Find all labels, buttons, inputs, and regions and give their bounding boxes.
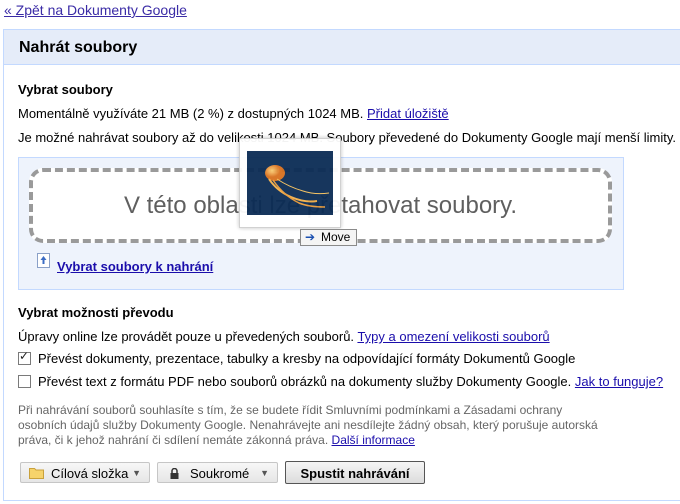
size-limit-text: Je možné nahrávat soubory až do velikost… bbox=[18, 130, 677, 145]
online-edit-text: Úpravy online lze provádět pouze u převe… bbox=[18, 329, 355, 344]
chevron-down-icon: ▼ bbox=[260, 468, 269, 478]
convert-pdf-checkbox[interactable] bbox=[18, 375, 31, 388]
start-upload-label: Spustit nahrávání bbox=[300, 466, 410, 481]
panel-header: Nahrát soubory bbox=[4, 30, 680, 65]
folder-icon bbox=[29, 468, 44, 479]
select-files-link[interactable]: Vybrat soubory k nahrání bbox=[57, 259, 213, 274]
terms-line-2: osobních údajů služby Dokumenty Google. … bbox=[18, 418, 598, 432]
start-upload-button[interactable]: Spustit nahrávání bbox=[285, 461, 425, 484]
privacy-label: Soukromé bbox=[190, 466, 250, 481]
storage-usage-text: Momentálně využíváte 21 MB (2 %) z dostu… bbox=[18, 106, 364, 121]
destination-folder-button[interactable]: Cílová složka ▼ bbox=[20, 462, 150, 483]
file-types-link[interactable]: Typy a omezení velikosti souborů bbox=[357, 329, 549, 344]
dragged-file-thumbnail bbox=[239, 138, 341, 228]
terms-line-1: Při nahrávání souborů souhlasíte s tím, … bbox=[18, 403, 563, 417]
convert-docs-checkbox[interactable] bbox=[18, 349, 31, 365]
select-files-heading: Vybrat soubory bbox=[18, 82, 113, 97]
chevron-down-icon: ▼ bbox=[132, 468, 141, 478]
terms-line-3: práva, či k jehož nahrání či sdílení nem… bbox=[18, 433, 329, 447]
move-arrow-icon: ➔ bbox=[305, 230, 316, 244]
conversion-heading: Vybrat možnosti převodu bbox=[18, 305, 174, 320]
page-title: Nahrát soubory bbox=[19, 39, 138, 56]
how-it-works-link[interactable]: Jak to funguje? bbox=[575, 374, 663, 389]
jellyfish-image bbox=[247, 151, 333, 215]
privacy-button[interactable]: Soukromé ▼ bbox=[157, 462, 278, 483]
move-label: Move bbox=[321, 230, 351, 244]
upload-file-icon bbox=[37, 253, 50, 268]
folder-label: Cílová složka bbox=[51, 466, 129, 481]
drag-move-tooltip: ➔ Move bbox=[300, 229, 357, 246]
convert-docs-label: Převést dokumenty, prezentace, tabulky a… bbox=[38, 351, 576, 366]
convert-pdf-label: Převést text z formátu PDF nebo souborů … bbox=[38, 374, 572, 389]
back-to-docs-link[interactable]: « Zpět na Dokumenty Google bbox=[4, 2, 187, 18]
lock-icon bbox=[170, 468, 179, 479]
add-storage-link[interactable]: Přidat úložiště bbox=[367, 106, 449, 121]
more-info-link[interactable]: Další informace bbox=[332, 433, 415, 447]
